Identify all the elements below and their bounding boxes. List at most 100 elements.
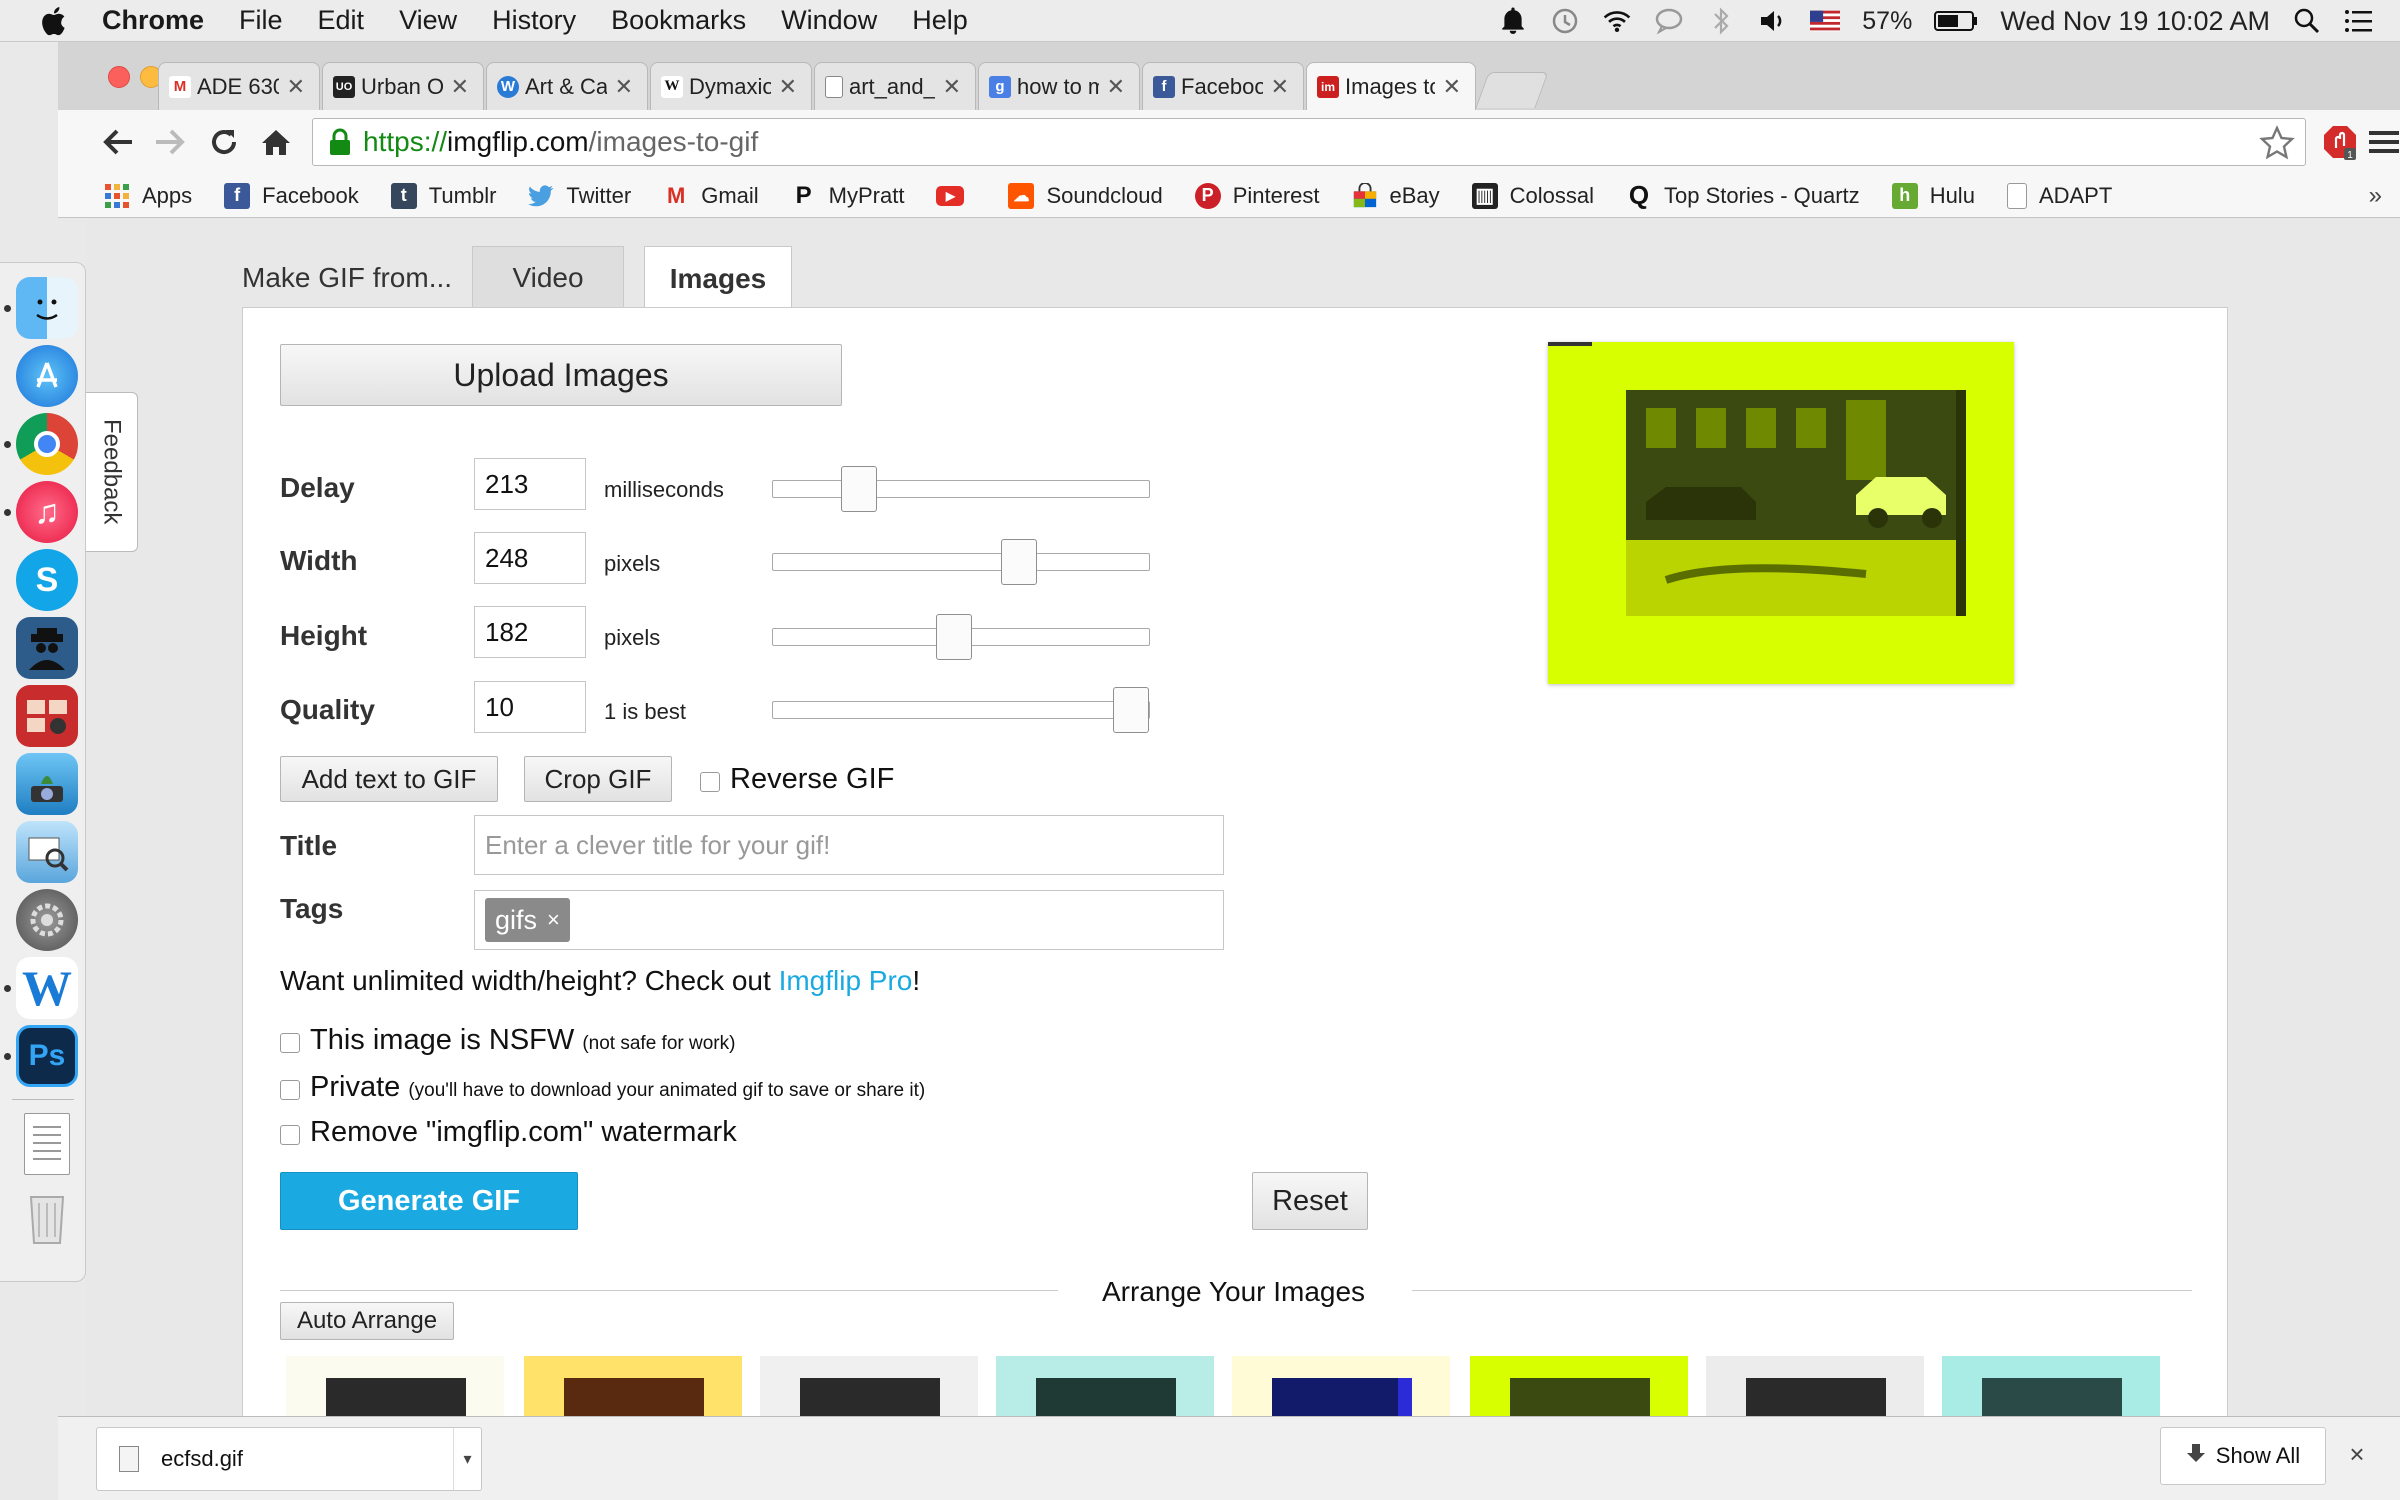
bookmarks-overflow-chevron-icon[interactable]: » bbox=[2369, 182, 2382, 210]
clock-datetime[interactable]: Wed Nov 19 10:02 AM bbox=[2000, 6, 2270, 37]
adblock-extension-icon[interactable]: 1 bbox=[2320, 122, 2360, 162]
bookmark-tumblr[interactable]: t Tumblr bbox=[390, 182, 496, 209]
system-preferences-icon[interactable] bbox=[16, 889, 78, 951]
bookmark-gmail[interactable]: M Gmail bbox=[663, 183, 759, 209]
private-checkbox[interactable] bbox=[280, 1080, 300, 1100]
menu-app-name[interactable]: Chrome bbox=[102, 5, 204, 36]
window-close-button[interactable] bbox=[108, 66, 130, 88]
remove-watermark-checkbox[interactable] bbox=[280, 1125, 300, 1145]
quality-slider[interactable] bbox=[772, 687, 1150, 733]
image-thumbnail[interactable] bbox=[286, 1356, 504, 1416]
chrome-icon[interactable] bbox=[16, 413, 78, 475]
time-machine-icon[interactable] bbox=[1550, 6, 1580, 36]
image-thumbnail[interactable] bbox=[1232, 1356, 1450, 1416]
bookmark-youtube[interactable]: ▶ bbox=[936, 185, 976, 206]
tab-how-to-make-icons[interactable]: g how to make ic ✕ bbox=[978, 62, 1140, 110]
bookmark-soundcloud[interactable]: ☁ Soundcloud bbox=[1008, 182, 1163, 209]
messages-icon[interactable] bbox=[1654, 6, 1684, 36]
close-tab-icon[interactable]: ✕ bbox=[451, 74, 469, 100]
close-tab-icon[interactable]: ✕ bbox=[779, 74, 797, 100]
photo-booth-icon[interactable] bbox=[16, 685, 78, 747]
download-item[interactable]: ecfsd.gif ▾ bbox=[96, 1427, 482, 1491]
word-icon[interactable]: W bbox=[16, 957, 78, 1019]
title-input[interactable]: Enter a clever title for your gif! bbox=[474, 815, 1224, 875]
tab-images-to-gif[interactable]: im Images to GIF C ✕ bbox=[1306, 62, 1476, 110]
reverse-gif-checkbox[interactable] bbox=[700, 772, 720, 792]
feedback-tab[interactable]: Feedback bbox=[86, 392, 138, 552]
photoshop-icon[interactable]: Ps bbox=[16, 1025, 78, 1087]
menu-view[interactable]: View bbox=[399, 5, 457, 36]
tab-urban-omnibus[interactable]: UO Urban Omnibus ✕ bbox=[322, 62, 484, 110]
back-arrow-icon[interactable] bbox=[98, 122, 138, 162]
height-input[interactable]: 182 bbox=[474, 606, 586, 658]
menu-history[interactable]: History bbox=[492, 5, 576, 36]
generate-gif-button[interactable]: Generate GIF bbox=[280, 1172, 578, 1230]
width-slider-handle[interactable] bbox=[1001, 539, 1037, 585]
tab-images[interactable]: Images bbox=[644, 246, 792, 310]
close-downloads-bar-icon[interactable]: × bbox=[2342, 1439, 2372, 1469]
height-slider[interactable] bbox=[772, 614, 1150, 660]
image-thumbnail[interactable] bbox=[1942, 1356, 2160, 1416]
itunes-icon[interactable]: ♫ bbox=[16, 481, 78, 543]
menu-window[interactable]: Window bbox=[781, 5, 877, 36]
crop-gif-button[interactable]: Crop GIF bbox=[524, 756, 672, 802]
home-icon[interactable] bbox=[256, 122, 296, 162]
menu-edit[interactable]: Edit bbox=[318, 5, 365, 36]
documents-stack-icon[interactable] bbox=[24, 1113, 70, 1175]
upload-images-button[interactable]: Upload Images bbox=[280, 344, 842, 406]
skype-icon[interactable]: S bbox=[16, 549, 78, 611]
tags-input[interactable]: gifs × bbox=[474, 890, 1224, 950]
image-thumbnail[interactable] bbox=[760, 1356, 978, 1416]
menu-bookmarks[interactable]: Bookmarks bbox=[611, 5, 746, 36]
address-bar[interactable]: https:// imgflip.com /images-to-gif bbox=[312, 118, 2306, 166]
delay-input[interactable]: 213 bbox=[474, 458, 586, 510]
bookmark-star-icon[interactable] bbox=[2259, 125, 2295, 161]
tab-video[interactable]: Video bbox=[472, 246, 624, 308]
wifi-icon[interactable] bbox=[1602, 6, 1632, 36]
bookmark-apps[interactable]: Apps bbox=[104, 183, 192, 209]
finder-icon[interactable] bbox=[16, 277, 78, 339]
preview-icon[interactable] bbox=[16, 821, 78, 883]
volume-icon[interactable] bbox=[1758, 6, 1788, 36]
bluetooth-icon[interactable] bbox=[1706, 6, 1736, 36]
new-tab-button[interactable] bbox=[1475, 72, 1549, 108]
remove-tag-icon[interactable]: × bbox=[547, 907, 560, 933]
spotlight-search-icon[interactable] bbox=[2292, 6, 2322, 36]
incognito-app-icon[interactable] bbox=[16, 617, 78, 679]
imgflip-pro-link[interactable]: Imgflip Pro bbox=[779, 965, 913, 996]
us-flag-icon[interactable] bbox=[1810, 6, 1841, 36]
forward-arrow-icon[interactable] bbox=[150, 122, 190, 162]
tab-facebook[interactable]: f Facebook ✕ bbox=[1142, 62, 1304, 110]
auto-arrange-button[interactable]: Auto Arrange bbox=[280, 1302, 454, 1340]
app-store-icon[interactable] bbox=[16, 345, 78, 407]
bookmark-pinterest[interactable]: P Pinterest bbox=[1194, 182, 1320, 209]
tab-dymaxion-map[interactable]: W Dymaxion map ✕ bbox=[650, 62, 812, 110]
tab-art-and-cartog[interactable]: art_and_cartog ✕ bbox=[814, 62, 976, 110]
reset-button[interactable]: Reset bbox=[1252, 1172, 1368, 1230]
tab-art-cartography[interactable]: W Art & Cartograp ✕ bbox=[486, 62, 648, 110]
nsfw-checkbox[interactable] bbox=[280, 1033, 300, 1053]
image-thumbnail[interactable] bbox=[996, 1356, 1214, 1416]
download-menu-caret-icon[interactable]: ▾ bbox=[453, 1428, 481, 1490]
image-thumbnail[interactable] bbox=[1706, 1356, 1924, 1416]
delay-slider-handle[interactable] bbox=[841, 466, 877, 512]
trash-icon[interactable] bbox=[16, 1187, 78, 1249]
reload-icon[interactable] bbox=[204, 122, 244, 162]
iphoto-icon[interactable] bbox=[16, 753, 78, 815]
show-all-downloads-button[interactable]: Show All bbox=[2160, 1427, 2326, 1485]
bookmark-facebook[interactable]: f Facebook bbox=[224, 182, 359, 209]
close-tab-icon[interactable]: ✕ bbox=[1107, 74, 1125, 100]
battery-icon[interactable] bbox=[1934, 6, 1978, 36]
image-thumbnail[interactable] bbox=[524, 1356, 742, 1416]
bookmark-ebay[interactable]: eBay bbox=[1352, 182, 1440, 209]
close-tab-icon[interactable]: ✕ bbox=[943, 74, 961, 100]
menu-file[interactable]: File bbox=[239, 5, 283, 36]
tab-ade630[interactable]: M ADE 630: Remi ✕ bbox=[158, 62, 320, 110]
quality-slider-handle[interactable] bbox=[1113, 687, 1149, 733]
close-tab-icon[interactable]: ✕ bbox=[1443, 74, 1461, 100]
quality-input[interactable]: 10 bbox=[474, 681, 586, 733]
close-tab-icon[interactable]: ✕ bbox=[287, 74, 305, 100]
delay-slider[interactable] bbox=[772, 466, 1150, 512]
menu-help[interactable]: Help bbox=[912, 5, 968, 36]
bookmark-colossal[interactable]: ▥ Colossal bbox=[1471, 182, 1594, 209]
